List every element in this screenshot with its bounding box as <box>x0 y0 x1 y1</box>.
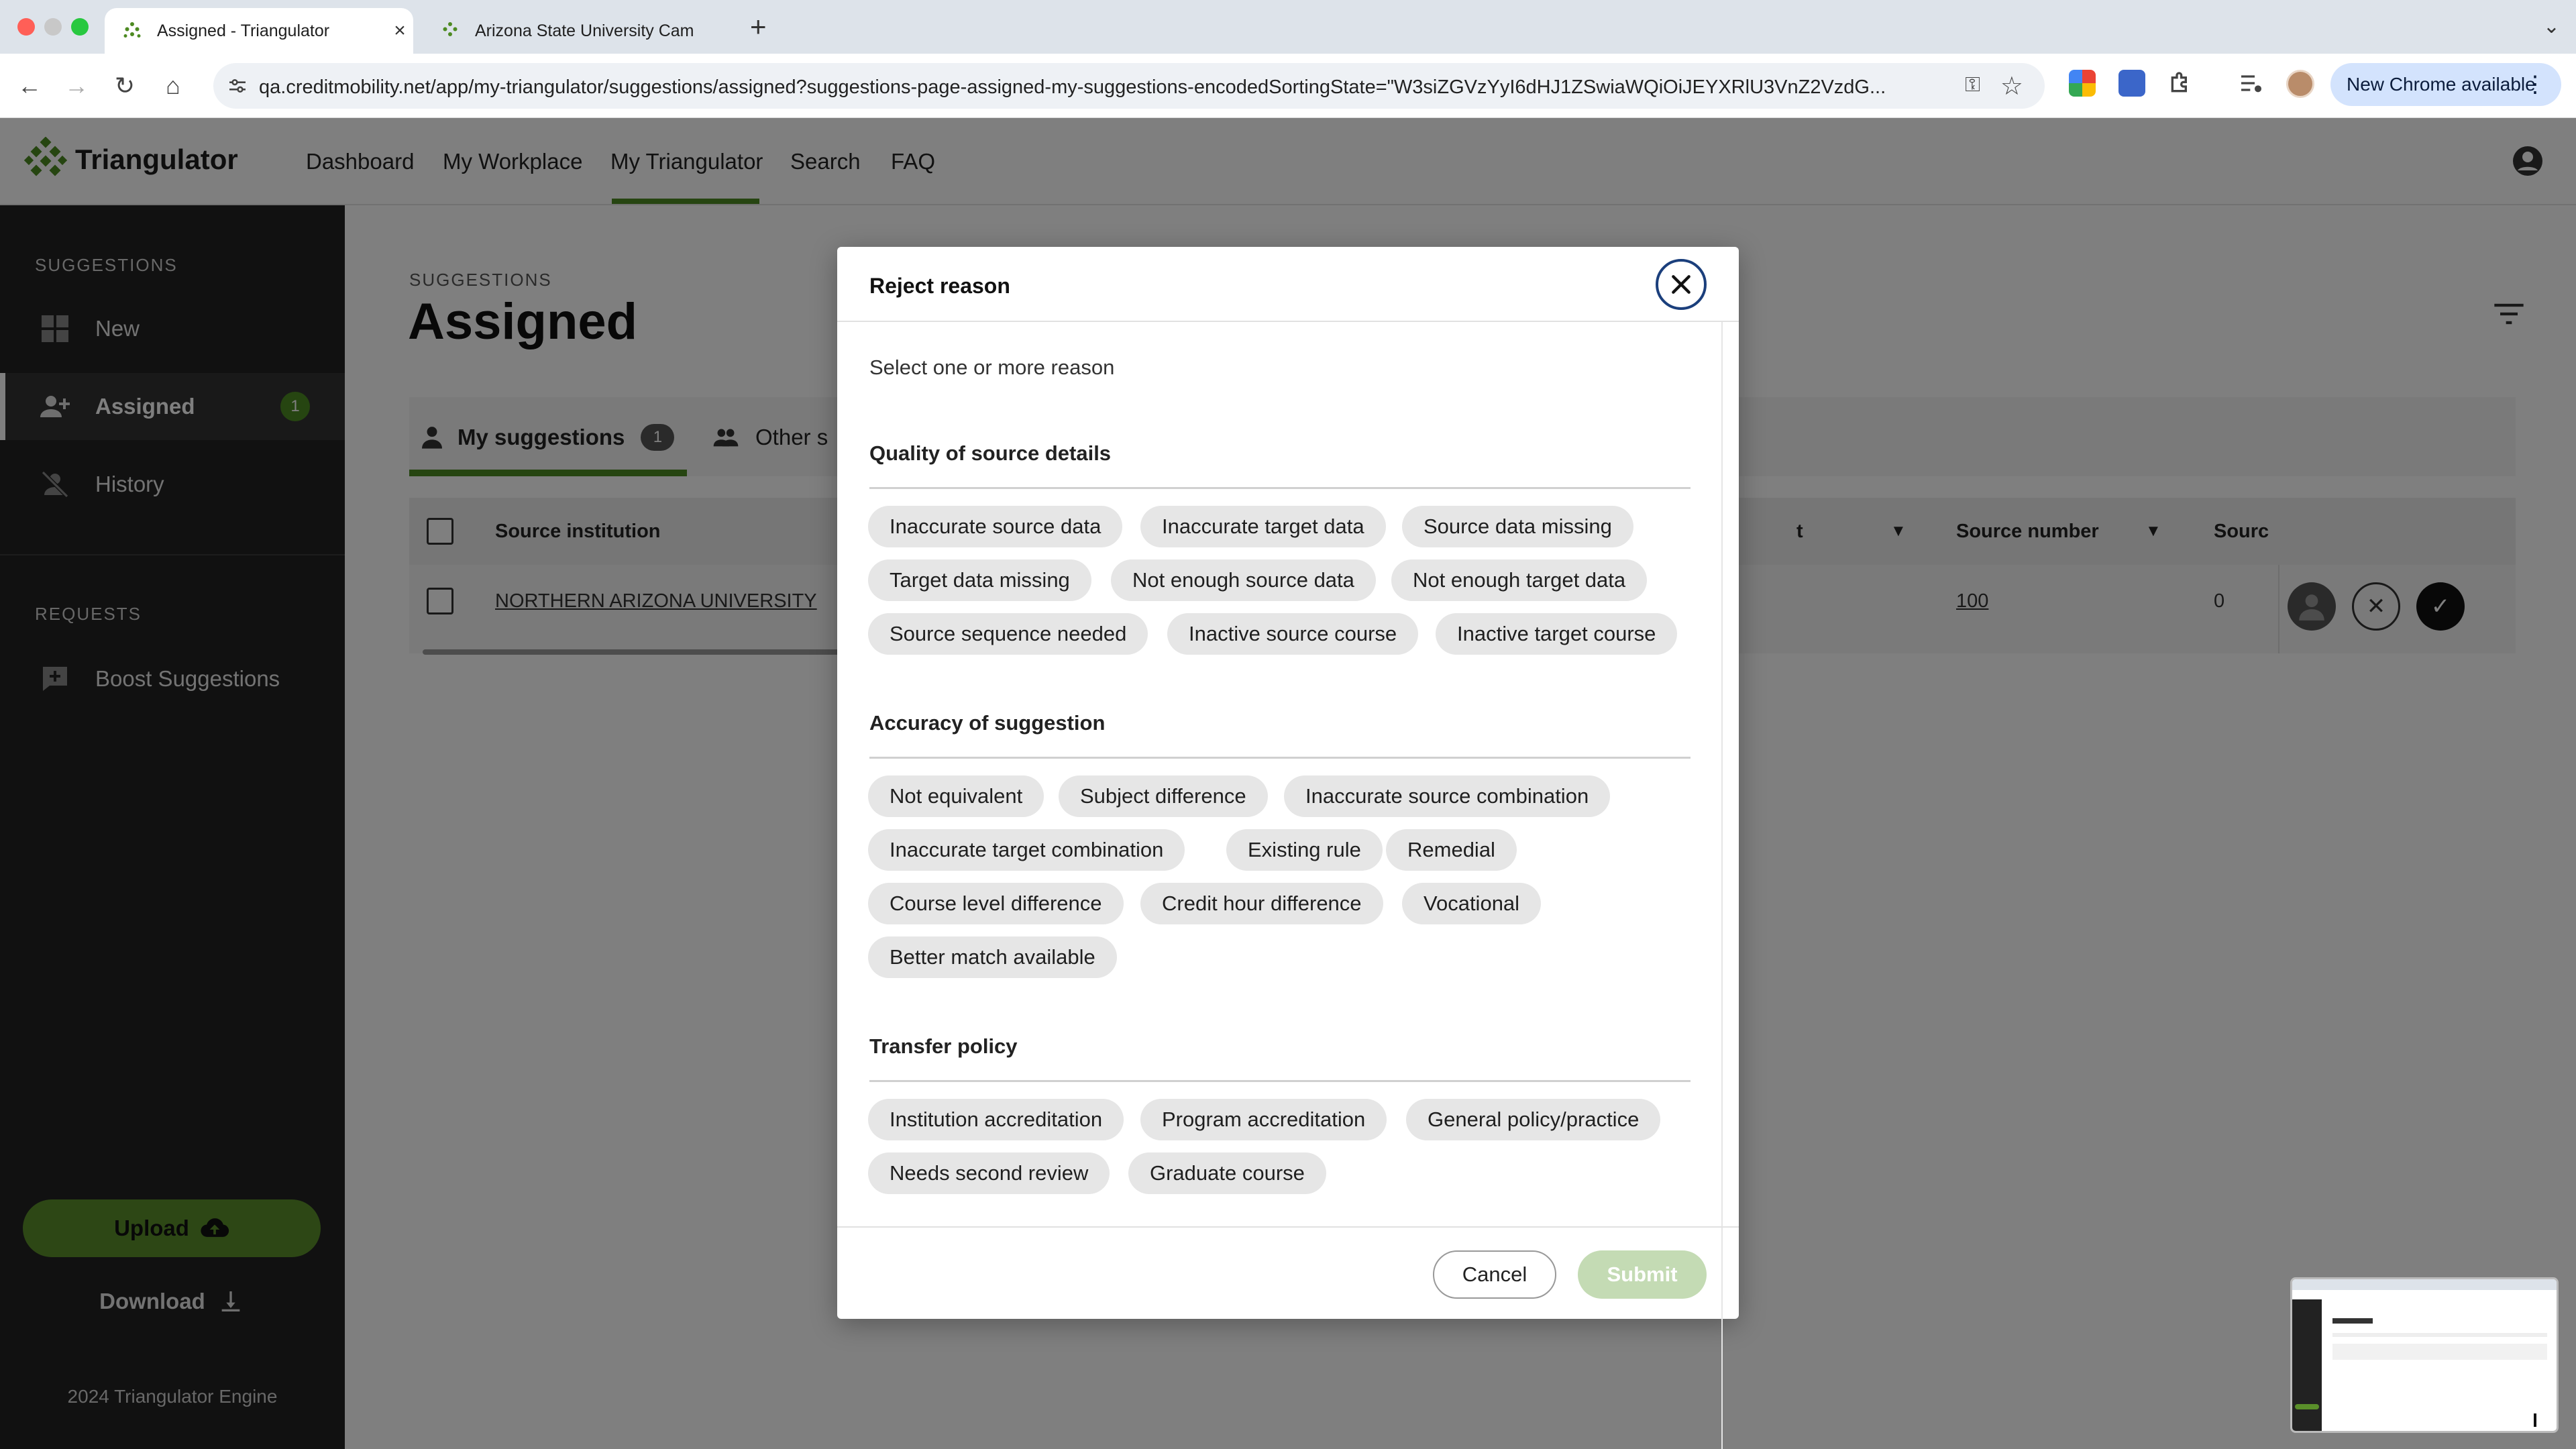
forward-arrow-icon[interactable]: → <box>59 68 94 103</box>
browser-tab-assigned[interactable]: Assigned - Triangulator × <box>105 8 413 54</box>
modal-scrollbar[interactable] <box>1721 322 1723 1449</box>
chip-needs-second-review[interactable]: Needs second review <box>868 1152 1110 1194</box>
chip-inaccurate-source-data[interactable]: Inaccurate source data <box>868 506 1123 547</box>
chip-program-accreditation[interactable]: Program accreditation <box>1140 1099 1387 1140</box>
chip-inaccurate-source-combination[interactable]: Inaccurate source combination <box>1284 775 1611 817</box>
chip-subject-difference[interactable]: Subject difference <box>1059 775 1268 817</box>
chip-general-policy-practice[interactable]: General policy/practice <box>1406 1099 1661 1140</box>
screen-recording-thumbnail[interactable] <box>2290 1277 2559 1433</box>
chip-graduate-course[interactable]: Graduate course <box>1128 1152 1326 1194</box>
new-tab-plus-icon[interactable]: + <box>750 11 767 43</box>
section-title-transfer-policy: Transfer policy <box>869 1034 1018 1058</box>
tab-title: Arizona State University Cam <box>475 21 694 40</box>
extensions-puzzle-icon[interactable] <box>2167 70 2194 97</box>
chip-target-data-missing[interactable]: Target data missing <box>868 559 1091 601</box>
triangulator-favicon-icon <box>123 22 141 38</box>
chip-vocational[interactable]: Vocational <box>1402 883 1542 924</box>
chrome-profile-avatar[interactable] <box>2286 70 2314 98</box>
media-controls-icon[interactable] <box>2238 70 2265 97</box>
reject-reason-modal: Reject reason Select one or more reason … <box>837 247 1739 1449</box>
chrome-menu-icon[interactable]: ⋮ <box>2524 71 2546 98</box>
password-key-icon[interactable]: ⚿ <box>1965 74 1980 97</box>
home-icon[interactable]: ⌂ <box>156 68 191 103</box>
maximize-window-button[interactable] <box>71 18 89 36</box>
browser-tab-asu[interactable]: Arizona State University Cam <box>423 8 731 54</box>
chip-better-match-available[interactable]: Better match available <box>868 936 1117 978</box>
chip-credit-hour-difference[interactable]: Credit hour difference <box>1140 883 1383 924</box>
chip-not-equivalent[interactable]: Not equivalent <box>868 775 1044 817</box>
chip-source-data-missing[interactable]: Source data missing <box>1402 506 1633 547</box>
site-settings-icon[interactable] <box>227 75 248 97</box>
chip-not-enough-source-data[interactable]: Not enough source data <box>1111 559 1376 601</box>
chip-not-enough-target-data[interactable]: Not enough target data <box>1391 559 1648 601</box>
modal-footer-divider <box>837 1226 1739 1228</box>
close-icon[interactable] <box>1656 259 1707 310</box>
close-x-glyph <box>1672 275 1690 294</box>
chip-institution-accreditation[interactable]: Institution accreditation <box>868 1099 1124 1140</box>
browser-tab-bar: Assigned - Triangulator × Arizona State … <box>0 0 2576 54</box>
back-arrow-icon[interactable]: ← <box>12 68 47 103</box>
url-text[interactable]: qa.creditmobility.net/app/my-triangulato… <box>259 76 1949 99</box>
section-divider <box>869 1080 1690 1082</box>
close-window-button[interactable] <box>17 18 35 36</box>
chip-source-sequence-needed[interactable]: Source sequence needed <box>868 613 1148 655</box>
minimize-window-button[interactable] <box>44 18 62 36</box>
section-divider <box>869 487 1690 489</box>
chip-inactive-source-course[interactable]: Inactive source course <box>1167 613 1419 655</box>
translate-extension-icon[interactable] <box>2118 70 2145 97</box>
update-label: New Chrome available <box>2347 74 2536 95</box>
bookmark-star-icon[interactable]: ☆ <box>2000 71 2023 101</box>
chip-existing-rule[interactable]: Existing rule <box>1226 829 1383 871</box>
section-title-accuracy: Accuracy of suggestion <box>869 711 1106 735</box>
tab-title: Assigned - Triangulator <box>157 21 330 40</box>
chip-inactive-target-course[interactable]: Inactive target course <box>1436 613 1678 655</box>
submit-button[interactable]: Submit <box>1578 1250 1707 1299</box>
modal-prompt: Select one or more reason <box>869 356 1115 379</box>
tab-search-chevron-icon[interactable]: ⌄ <box>2543 15 2560 38</box>
section-divider <box>869 757 1690 759</box>
triangulator-favicon-icon <box>443 22 458 36</box>
close-tab-icon[interactable]: × <box>386 19 413 42</box>
address-bar[interactable]: qa.creditmobility.net/app/my-triangulato… <box>213 63 2045 109</box>
chip-remedial[interactable]: Remedial <box>1386 829 1517 871</box>
section-title-quality: Quality of source details <box>869 441 1112 465</box>
modal-title: Reject reason <box>869 274 1010 298</box>
chip-course-level-difference[interactable]: Course level difference <box>868 883 1124 924</box>
color-extension-icon[interactable] <box>2069 70 2096 97</box>
modal-header-divider <box>837 321 1739 322</box>
new-chrome-available-button[interactable]: New Chrome available ⋮ <box>2330 63 2561 106</box>
chip-inaccurate-target-combination[interactable]: Inaccurate target combination <box>868 829 1185 871</box>
reload-icon[interactable]: ↻ <box>107 68 142 103</box>
chip-inaccurate-target-data[interactable]: Inaccurate target data <box>1140 506 1386 547</box>
cancel-button[interactable]: Cancel <box>1433 1250 1556 1299</box>
